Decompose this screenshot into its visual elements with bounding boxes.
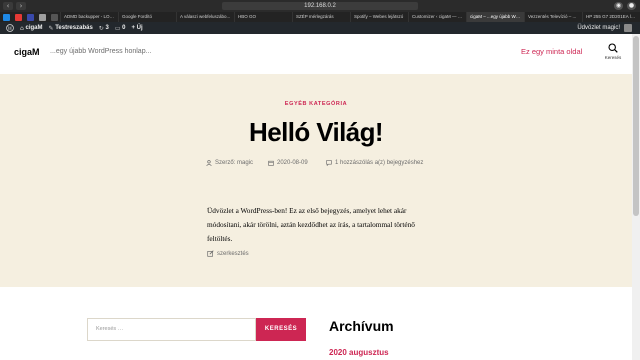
- browser-tab[interactable]: Spotify – Webes lejátszó: [350, 12, 408, 22]
- pinned-tab-grey[interactable]: [36, 12, 48, 22]
- post-author[interactable]: Szerző: magic: [206, 160, 253, 166]
- browser-tab[interactable]: SZÉP mérlegzárás: [292, 12, 350, 22]
- browser-tab[interactable]: HBO GO: [234, 12, 292, 22]
- comments-link[interactable]: ▭ 0: [115, 25, 126, 32]
- forward-button[interactable]: ›: [16, 2, 26, 10]
- updates-count: 3: [105, 25, 109, 31]
- greeting-text[interactable]: Üdvözlet magic!: [577, 25, 620, 31]
- entry-header: EGYÉB KATEGÓRIA Helló Világ! Szerző: mag…: [0, 74, 632, 287]
- archive-widget-title: Archívum: [329, 318, 394, 334]
- address-bar[interactable]: 192.168.0.2: [222, 2, 418, 10]
- post-comments-link[interactable]: 1 hozzászólás a(z) bejegyzéshez: [326, 160, 423, 166]
- scrollbar-thumb[interactable]: [633, 36, 639, 216]
- browser-tab[interactable]: A válaszi webfeluszábo...: [176, 12, 234, 22]
- site-header: cigaM ...egy újabb WordPress honlap... E…: [0, 34, 632, 74]
- browser-tab[interactable]: HP 255 G7 2D201EA lapt...: [582, 12, 640, 22]
- browser-tab[interactable]: Customizer ‹ cigaM — W...: [408, 12, 466, 22]
- profile-icon[interactable]: ●: [627, 2, 636, 10]
- customize-link[interactable]: ✎ Testreszabás: [49, 25, 93, 32]
- post-category-link[interactable]: EGYÉB KATEGÓRIA: [0, 101, 632, 107]
- updates-link[interactable]: ↻ 3: [99, 25, 109, 32]
- browser-tab[interactable]: ADMD backupper - LOS...: [60, 12, 118, 22]
- post-title[interactable]: Helló Világ!: [0, 117, 632, 148]
- browser-tab[interactable]: Google Fordító: [118, 12, 176, 22]
- search-icon: [608, 43, 618, 53]
- footer-widgets: Keresés … KERESÉS Archívum 2020 augusztu…: [0, 287, 632, 360]
- browser-tab[interactable]: Vezzentés Televízió – ...: [524, 12, 582, 22]
- site-title[interactable]: cigaM: [14, 47, 40, 57]
- customize-label: Testreszabás: [55, 25, 93, 31]
- pinned-tab-dark[interactable]: [48, 12, 60, 22]
- brush-icon: ✎: [48, 24, 54, 32]
- comment-icon: ▭: [114, 24, 121, 32]
- search-toggle-label: Keresés: [604, 55, 622, 60]
- site-description: ...egy újabb WordPress honlap...: [50, 48, 152, 55]
- pinned-tab-blue[interactable]: [24, 12, 36, 22]
- new-content-link[interactable]: + Új: [132, 25, 143, 31]
- calendar-icon: [268, 160, 274, 166]
- home-icon: ⌂: [20, 24, 24, 32]
- archive-link-2020-08[interactable]: 2020 augusztus: [329, 348, 389, 357]
- post-date[interactable]: 2020-08-09: [268, 160, 308, 166]
- browser-toolbar: ‹ › 192.168.0.2 ◉ ●: [0, 0, 640, 12]
- pinned-tab-h[interactable]: [0, 12, 12, 22]
- search-submit-button[interactable]: KERESÉS: [256, 318, 306, 341]
- post-author-text: Szerző: magic: [215, 160, 254, 166]
- pinned-tab-red[interactable]: [12, 12, 24, 22]
- extension-icon[interactable]: ◉: [614, 2, 623, 10]
- search-toggle-button[interactable]: Keresés: [602, 43, 624, 60]
- wp-admin-bar: W ⌂ cigaM ✎ Testreszabás ↻ 3 ▭ 0 + Új Üd…: [0, 22, 640, 34]
- avatar[interactable]: [624, 24, 632, 32]
- comments-count: 0: [122, 25, 126, 31]
- post-content: Üdvözlet a WordPress-ben! Ez az első bej…: [207, 206, 415, 243]
- post-comments-text: 1 hozzászólás a(z) bejegyzéshez: [335, 160, 424, 166]
- edit-icon: [207, 250, 214, 257]
- page-viewport: cigaM ...egy újabb WordPress honlap... E…: [0, 34, 632, 360]
- tab-strip: ADMD backupper - LOS... Google Fordító A…: [0, 12, 640, 22]
- post-edit-text: szerkesztés: [217, 250, 249, 257]
- svg-text:W: W: [8, 26, 13, 32]
- page-scrollbar[interactable]: [632, 34, 640, 360]
- wordpress-logo-icon[interactable]: W: [6, 24, 14, 32]
- refresh-icon: ↻: [98, 24, 104, 32]
- admin-site-name: cigaM: [25, 25, 43, 31]
- comment-icon: [326, 160, 332, 166]
- new-label: + Új: [131, 25, 143, 31]
- post-date-text: 2020-08-09: [277, 160, 308, 166]
- browser-tab-active[interactable]: cigaM – ...egy újabb Wor...: [466, 12, 524, 22]
- back-button[interactable]: ‹: [3, 2, 13, 10]
- nav-link-sample-page[interactable]: Ez egy minta oldal: [521, 47, 582, 56]
- admin-site-link[interactable]: ⌂ cigaM: [20, 25, 43, 32]
- post-edit-link[interactable]: szerkesztés: [207, 250, 249, 257]
- search-input[interactable]: Keresés …: [87, 318, 256, 341]
- user-icon: [206, 160, 212, 166]
